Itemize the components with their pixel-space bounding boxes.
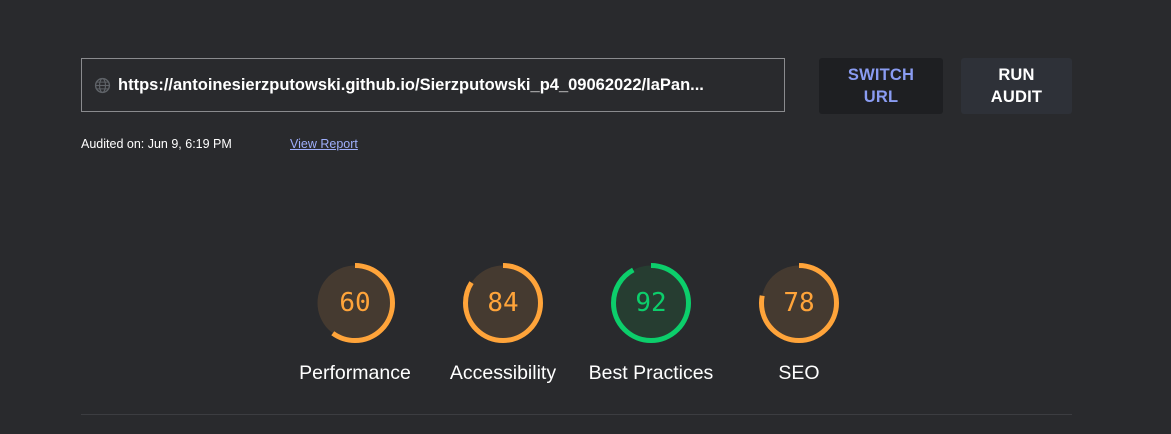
gauge-seo[interactable]: 78 SEO bbox=[724, 262, 874, 385]
run-audit-label-line2: AUDIT bbox=[990, 88, 1043, 106]
gauge-score: 60 bbox=[339, 288, 370, 318]
gauge-performance[interactable]: 60 Performance bbox=[280, 262, 430, 385]
gauge-best-practices[interactable]: 92 Best Practices bbox=[576, 262, 726, 385]
gauge-ring: 84 bbox=[463, 263, 543, 343]
url-text: https://antoinesierzputowski.github.io/S… bbox=[118, 75, 704, 94]
gauge-label: Best Practices bbox=[588, 362, 714, 384]
switch-url-button[interactable]: SWITCH URL bbox=[819, 58, 943, 114]
gauge-label: SEO bbox=[778, 362, 820, 384]
run-audit-button[interactable]: RUN AUDIT bbox=[961, 58, 1072, 114]
switch-url-label-line2: URL bbox=[863, 88, 899, 106]
score-gauges: 60 Performance 84 Accessibility 92 Best … bbox=[0, 262, 1171, 392]
gauge-ring: 60 bbox=[315, 263, 395, 343]
gauge-label: Accessibility bbox=[449, 362, 557, 384]
gauge-score: 92 bbox=[635, 288, 666, 318]
audited-on-text: Audited on: Jun 9, 6:19 PM bbox=[81, 137, 232, 151]
globe-icon bbox=[94, 77, 111, 94]
gauge-ring: 78 bbox=[759, 263, 839, 343]
switch-url-label-line1: SWITCH bbox=[847, 66, 915, 84]
gauge-score: 78 bbox=[783, 288, 814, 318]
gauge-score: 84 bbox=[487, 288, 518, 318]
url-field[interactable]: https://antoinesierzputowski.github.io/S… bbox=[81, 58, 785, 112]
run-audit-label-line1: RUN bbox=[998, 66, 1035, 84]
gauge-accessibility[interactable]: 84 Accessibility bbox=[428, 262, 578, 385]
section-divider bbox=[81, 414, 1072, 415]
gauge-ring: 92 bbox=[611, 263, 691, 343]
view-report-link[interactable]: View Report bbox=[290, 137, 358, 151]
gauge-label: Performance bbox=[299, 362, 411, 384]
